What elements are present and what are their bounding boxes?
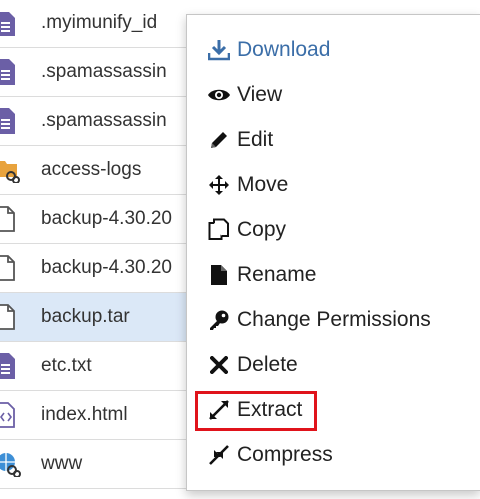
file-row[interactable]: .spamassassin bbox=[0, 97, 200, 146]
globe-link-icon bbox=[0, 453, 21, 477]
blank-file-icon bbox=[0, 255, 15, 281]
menu-label: Rename bbox=[237, 263, 317, 286]
file-name: .myimunify_id bbox=[41, 12, 158, 33]
file-name: www bbox=[41, 453, 83, 474]
menu-label: Change Permissions bbox=[237, 308, 431, 331]
file-name: access-logs bbox=[41, 159, 142, 180]
text-file-icon bbox=[0, 108, 15, 134]
menu-item-edit[interactable]: Edit bbox=[187, 120, 477, 160]
menu-item-delete[interactable]: Delete bbox=[187, 345, 477, 385]
context-menu: Download View Edit Move Copy Rename Chan… bbox=[186, 14, 480, 491]
menu-label: Copy bbox=[237, 218, 287, 241]
file-row[interactable]: backup-4.30.20 bbox=[0, 195, 200, 244]
file-row[interactable]: www bbox=[0, 440, 200, 489]
x-icon bbox=[207, 353, 231, 377]
menu-label: View bbox=[237, 83, 283, 106]
menu-label: Delete bbox=[237, 353, 298, 376]
file-name: index.html bbox=[41, 404, 128, 425]
download-icon bbox=[207, 38, 231, 62]
file-name: backup-4.30.20 bbox=[41, 208, 172, 229]
menu-label: Compress bbox=[237, 443, 333, 466]
file-row[interactable]: access-logs bbox=[0, 146, 200, 195]
text-file-icon bbox=[0, 59, 15, 85]
menu-item-compress[interactable]: Compress bbox=[187, 435, 477, 475]
menu-label: Download bbox=[237, 38, 331, 61]
file-row-selected[interactable]: backup.tar bbox=[0, 293, 200, 342]
menu-label: Extract bbox=[237, 398, 303, 421]
text-file-icon bbox=[0, 353, 15, 379]
file-name: .spamassassin bbox=[41, 61, 167, 82]
file-row[interactable]: index.html bbox=[0, 391, 200, 440]
menu-item-extract[interactable]: Extract bbox=[187, 390, 477, 430]
menu-label: Move bbox=[237, 173, 289, 196]
file-name: etc.txt bbox=[41, 355, 92, 376]
expand-icon bbox=[207, 398, 231, 422]
menu-item-change-permissions[interactable]: Change Permissions bbox=[187, 300, 477, 340]
menu-item-copy[interactable]: Copy bbox=[187, 210, 477, 250]
key-icon bbox=[207, 308, 231, 332]
menu-item-rename[interactable]: Rename bbox=[187, 255, 477, 295]
file-list: .myimunify_id .spamassassin .spamassassi… bbox=[0, 0, 200, 499]
file-row[interactable]: .myimunify_id bbox=[0, 0, 200, 48]
menu-item-move[interactable]: Move bbox=[187, 165, 477, 205]
file-icon bbox=[207, 263, 231, 287]
text-file-icon bbox=[0, 12, 15, 36]
menu-label: Edit bbox=[237, 128, 274, 151]
move-arrows-icon bbox=[207, 173, 231, 197]
folder-link-icon bbox=[0, 161, 20, 183]
file-name: .spamassassin bbox=[41, 110, 167, 131]
blank-file-icon bbox=[0, 304, 15, 330]
file-name: backup-4.30.20 bbox=[41, 257, 172, 278]
blank-file-icon bbox=[0, 206, 15, 232]
pencil-icon bbox=[207, 128, 231, 152]
copy-icon bbox=[207, 218, 231, 242]
file-row[interactable]: .spamassassin bbox=[0, 48, 200, 97]
file-row[interactable]: backup-4.30.20 bbox=[0, 244, 200, 293]
file-name: backup.tar bbox=[41, 306, 130, 327]
file-row[interactable]: etc.txt bbox=[0, 342, 200, 391]
eye-icon bbox=[207, 83, 231, 107]
html-file-icon bbox=[0, 402, 15, 428]
compress-icon bbox=[207, 443, 231, 467]
menu-item-download[interactable]: Download bbox=[187, 30, 477, 70]
menu-item-view[interactable]: View bbox=[187, 75, 477, 115]
